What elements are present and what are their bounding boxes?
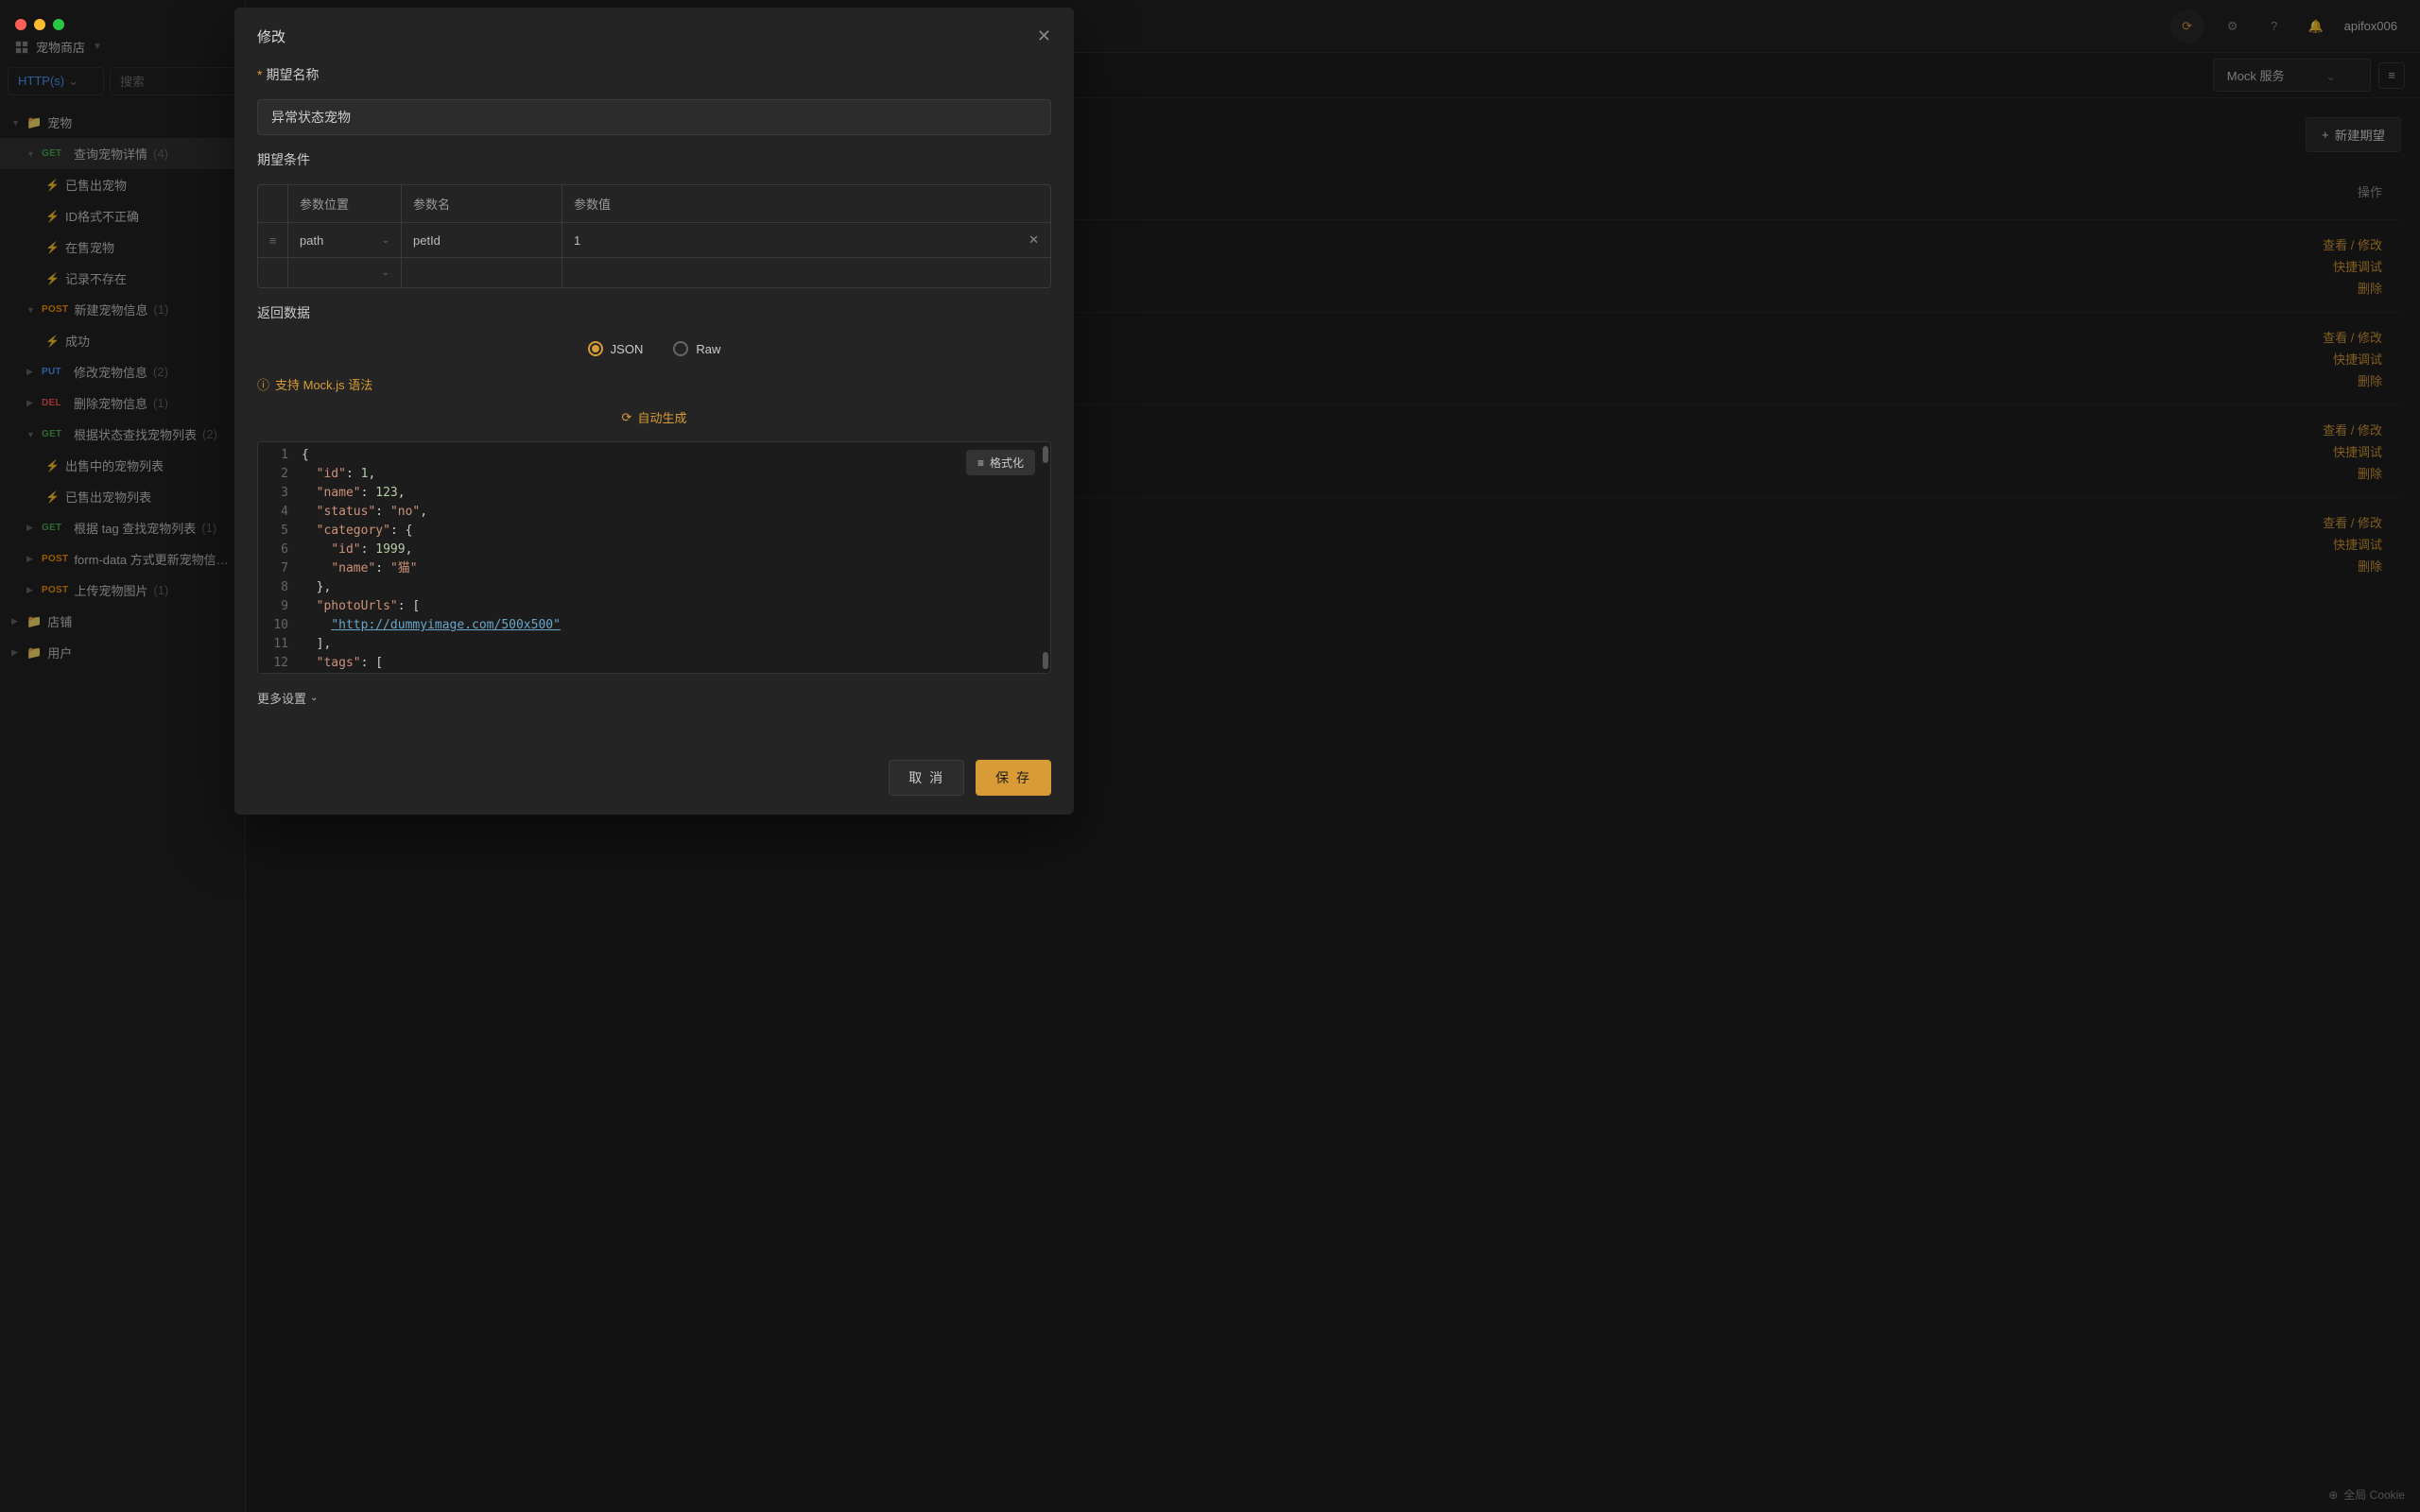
help-icon: ⓘ [257,375,269,393]
remove-row-button[interactable]: ✕ [1028,232,1039,248]
return-data-label: 返回数据 [257,303,1051,322]
maximize-window[interactable] [53,19,64,30]
chevron-down-icon: ⌄ [382,267,389,278]
chevron-down-icon: ⌄ [382,235,389,246]
window-controls [15,19,64,30]
close-window[interactable] [15,19,26,30]
refresh-icon: ⟳ [622,410,632,425]
auto-generate-button[interactable]: ⟳ 自动生成 [622,408,687,426]
param-name-input[interactable] [402,258,562,287]
edit-expectation-modal: 修改 ✕ *期望名称 期望条件 参数位置 参数名 参数值 ≡ path⌄ pet… [234,8,1074,815]
col-param-value: 参数值 [562,185,1050,222]
more-settings-toggle[interactable]: 更多设置 ⌄ [257,689,1051,707]
name-label: *期望名称 [257,65,1051,84]
param-value-input[interactable]: 1 ✕ [562,223,1050,257]
minimize-window[interactable] [34,19,45,30]
condition-row: ≡ path⌄ petId 1 ✕ [258,222,1050,257]
expectation-name-input[interactable] [257,99,1051,135]
conditions-table: 参数位置 参数名 参数值 ≡ path⌄ petId 1 ✕ ⌄ [257,184,1051,288]
chevron-down-icon: ⌄ [310,693,318,703]
param-name-input[interactable]: petId [402,223,562,257]
save-button[interactable]: 保 存 [976,760,1051,796]
scrollbar-thumb[interactable] [1043,652,1048,669]
cancel-button[interactable]: 取 消 [889,760,964,796]
code-content: { "id": 1, "name": 123, "status": "no", … [302,446,1043,673]
radio-icon [588,341,603,356]
radio-json[interactable]: JSON [588,341,644,356]
line-gutter: 123456789101112 [258,442,296,673]
param-location-select[interactable]: path⌄ [288,223,402,257]
param-location-select[interactable]: ⌄ [288,258,402,287]
modal-title: 修改 [257,26,285,46]
scrollbar-thumb[interactable] [1043,446,1048,463]
conditions-label: 期望条件 [257,150,1051,169]
radio-raw[interactable]: Raw [673,341,720,356]
col-param-name: 参数名 [402,185,562,222]
json-editor[interactable]: ≡ 格式化 123456789101112 { "id": 1, "name":… [257,441,1051,674]
param-value-input[interactable] [562,258,1050,287]
modal-close-button[interactable]: ✕ [1037,26,1051,46]
mockjs-support-link[interactable]: ⓘ 支持 Mock.js 语法 [257,375,1051,393]
condition-row-empty: ⌄ [258,257,1050,287]
col-param-location: 参数位置 [288,185,402,222]
radio-icon [673,341,688,356]
drag-handle[interactable]: ≡ [258,223,288,257]
